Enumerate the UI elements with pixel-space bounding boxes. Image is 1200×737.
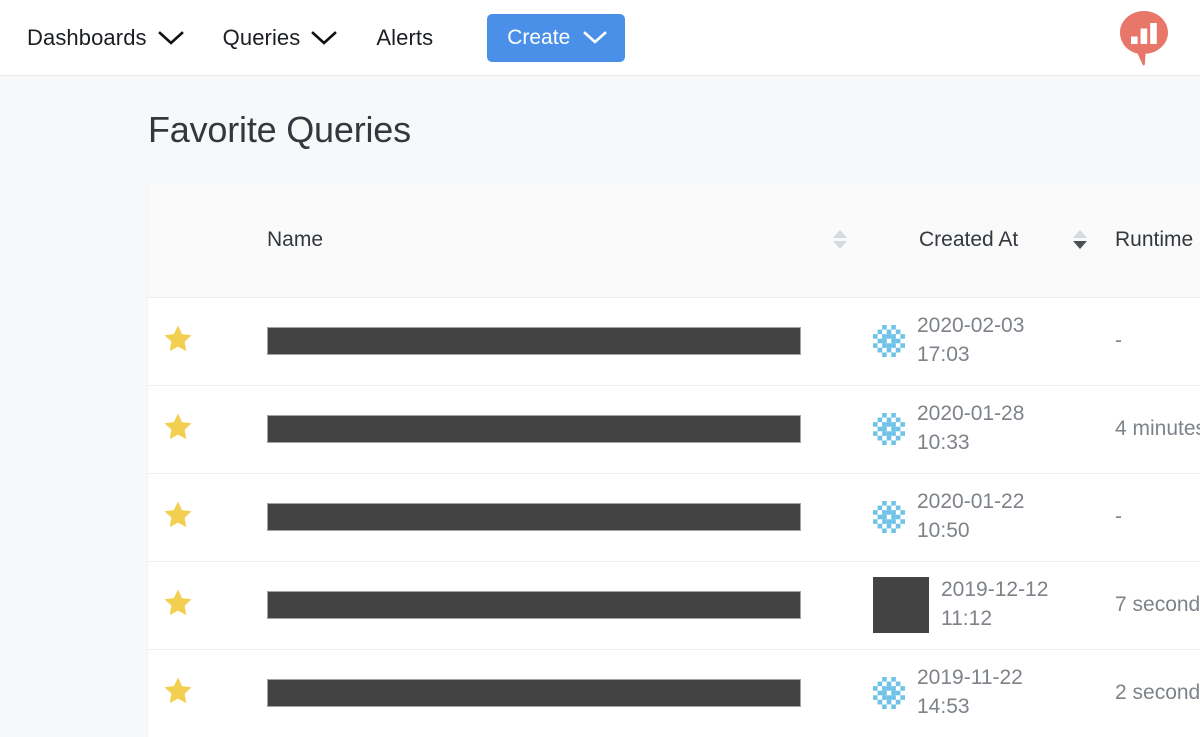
user-avatar-identicon[interactable] (873, 677, 905, 709)
table-row[interactable]: 2019-11-22 14:53 2 seconds (148, 649, 1200, 737)
runtime-cell: 7 seconds (1115, 593, 1200, 616)
query-name-cell[interactable] (208, 473, 863, 561)
query-name-cell[interactable] (208, 385, 863, 473)
sort-toggle-created-at[interactable] (1073, 230, 1087, 250)
top-navbar: Dashboards Queries Alerts Create (0, 0, 1200, 76)
sort-toggle-name[interactable] (833, 230, 847, 250)
table-row[interactable]: 2020-02-03 17:03 - (148, 297, 1200, 385)
star-icon[interactable] (163, 676, 193, 705)
runtime-cell: 4 minutes (1115, 417, 1200, 440)
created-at-time: 10:33 (917, 431, 970, 454)
created-at-cell: 2020-01-22 10:50 (863, 473, 1101, 561)
query-name-cell[interactable] (208, 561, 863, 649)
created-at-text: 2019-11-22 14:53 (917, 664, 1023, 722)
runtime-cell: - (1115, 329, 1122, 352)
nav-item-queries[interactable]: Queries (223, 26, 301, 49)
user-avatar-identicon[interactable] (873, 501, 905, 533)
user-avatar-redacted[interactable] (873, 577, 929, 633)
column-header-created-at-label: Created At (919, 227, 1019, 251)
favorite-queries-card: Name Created At Runtime 2020-02-03 17:03… (148, 183, 1200, 737)
redacted-query-name (267, 327, 801, 355)
created-at-date: 2019-11-22 (917, 666, 1023, 690)
favorite-cell (148, 297, 208, 385)
created-at-cell: 2019-11-22 14:53 (863, 649, 1101, 737)
created-at-time: 14:53 (917, 695, 970, 718)
column-header-name[interactable]: Name (208, 183, 863, 298)
redacted-query-name (267, 415, 801, 443)
table-body: 2020-02-03 17:03 - 2020-01-28 10:33 4 minutes… (148, 297, 1200, 737)
redacted-query-name (267, 503, 801, 531)
created-at-text: 2020-01-22 10:50 (917, 488, 1024, 546)
user-avatar-identicon[interactable] (873, 413, 905, 445)
favorite-queries-table: Name Created At Runtime 2020-02-03 17:03… (148, 183, 1200, 737)
nav-item-dashboards[interactable]: Dashboards (27, 26, 147, 49)
created-at-date: 2020-01-28 (917, 402, 1025, 426)
table-header-row: Name Created At Runtime (148, 183, 1200, 298)
created-at-time: 11:12 (941, 607, 992, 630)
user-avatar-identicon[interactable] (873, 325, 905, 357)
create-button[interactable]: Create (487, 13, 626, 62)
chevron-down-icon (583, 30, 608, 45)
star-icon[interactable] (163, 500, 193, 529)
redash-logo[interactable] (1117, 10, 1171, 66)
created-at-time: 17:03 (917, 343, 970, 366)
column-header-favorite (148, 183, 208, 298)
redacted-query-name (267, 591, 801, 619)
column-header-name-label: Name (267, 227, 324, 251)
table-row[interactable]: 2020-01-28 10:33 4 minutes (148, 385, 1200, 473)
star-icon[interactable] (163, 412, 193, 441)
table-row[interactable]: 2019-12-12 11:12 7 seconds (148, 561, 1200, 649)
runtime-cell: - (1115, 505, 1122, 528)
table-row[interactable]: 2020-01-22 10:50 - (148, 473, 1200, 561)
favorite-cell (148, 385, 208, 473)
nav-item-alerts[interactable]: Alerts (376, 26, 433, 49)
sort-descending-icon (833, 241, 847, 250)
sort-descending-icon (1073, 241, 1087, 250)
created-at-date: 2019-12-12 (941, 578, 1049, 602)
runtime-cell: 2 seconds (1115, 681, 1200, 704)
star-icon[interactable] (163, 588, 193, 617)
created-at-cell: 2020-02-03 17:03 (863, 297, 1101, 385)
sort-ascending-icon (833, 230, 847, 239)
created-at-date: 2020-02-03 (917, 314, 1025, 338)
favorite-cell (148, 561, 208, 649)
created-at-text: 2019-12-12 11:12 (941, 576, 1048, 634)
favorite-cell (148, 473, 208, 561)
create-button-label: Create (507, 26, 571, 49)
created-at-date: 2020-01-22 (917, 490, 1025, 514)
page-content: Favorite Queries Name Created At Runtime… (0, 112, 1200, 737)
table-header: Name Created At Runtime (148, 183, 1200, 298)
star-icon[interactable] (163, 324, 193, 353)
column-header-runtime[interactable]: Runtime (1101, 183, 1200, 298)
created-at-text: 2020-02-03 17:03 (917, 312, 1024, 370)
query-name-cell[interactable] (208, 297, 863, 385)
sort-ascending-icon (1073, 230, 1087, 239)
favorite-cell (148, 649, 208, 737)
created-at-cell: 2020-01-28 10:33 (863, 385, 1101, 473)
column-header-runtime-label: Runtime (1115, 227, 1194, 251)
chevron-down-icon[interactable] (309, 30, 339, 46)
created-at-time: 10:50 (917, 519, 970, 542)
chevron-down-icon[interactable] (156, 30, 186, 46)
redacted-query-name (267, 679, 801, 707)
column-header-created-at[interactable]: Created At (863, 183, 1101, 298)
created-at-text: 2020-01-28 10:33 (917, 400, 1024, 458)
page-title: Favorite Queries (148, 109, 411, 150)
query-name-cell[interactable] (208, 649, 863, 737)
created-at-cell: 2019-12-12 11:12 (863, 561, 1101, 649)
